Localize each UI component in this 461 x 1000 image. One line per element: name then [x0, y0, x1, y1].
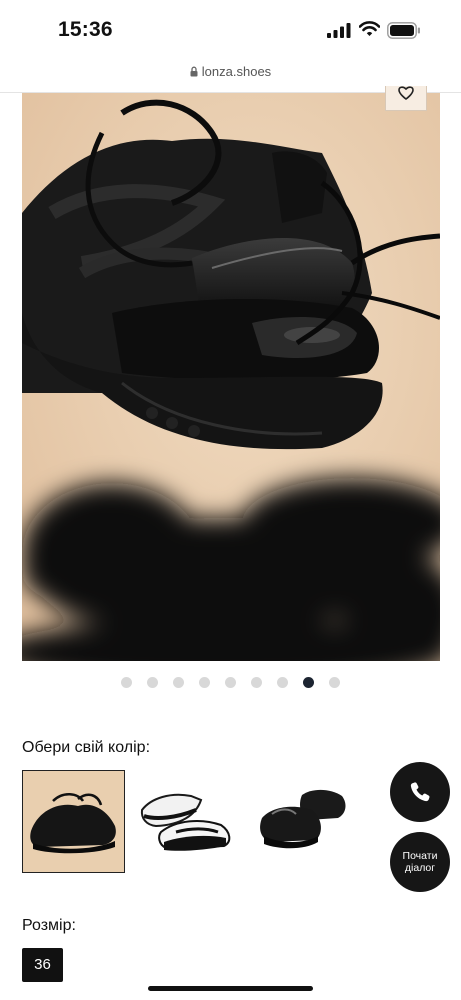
gallery-dot[interactable]: [225, 677, 236, 688]
status-time: 15:36: [58, 18, 113, 41]
size-option-36[interactable]: 36: [22, 948, 63, 982]
lock-icon: [190, 66, 198, 77]
url-text: lonza.shoes: [201, 64, 272, 79]
gallery-dot[interactable]: [121, 677, 132, 688]
wifi-icon: [359, 21, 380, 36]
gallery-dot[interactable]: [277, 677, 288, 688]
gallery-pagination[interactable]: [121, 677, 340, 688]
swatch-image: [250, 770, 353, 873]
home-indicator[interactable]: [148, 986, 313, 991]
heart-icon: [398, 86, 414, 100]
wishlist-button[interactable]: [385, 86, 427, 111]
swatch-image: [136, 770, 239, 873]
color-swatch-black[interactable]: [250, 770, 353, 873]
status-bar: 15:36: [0, 0, 461, 62]
product-gallery[interactable]: [22, 93, 440, 661]
call-button[interactable]: [390, 762, 450, 822]
gallery-dot[interactable]: [173, 677, 184, 688]
color-swatch-black-white[interactable]: [136, 770, 239, 873]
product-photo: [22, 93, 440, 661]
size-label: Розмір:: [22, 917, 76, 934]
signal-icon: [327, 23, 351, 38]
gallery-dot[interactable]: [329, 677, 340, 688]
swatch-image: [23, 771, 124, 872]
color-swatch-black-beige[interactable]: [22, 770, 125, 873]
phone-icon: [410, 782, 430, 802]
battery-icon: [387, 22, 420, 39]
gallery-dot-active[interactable]: [303, 677, 314, 688]
gallery-dot[interactable]: [199, 677, 210, 688]
gallery-dot[interactable]: [251, 677, 262, 688]
color-label: Обери свій колір:: [22, 739, 151, 756]
gallery-dot[interactable]: [147, 677, 158, 688]
start-chat-button[interactable]: Почати діалог: [390, 832, 450, 892]
